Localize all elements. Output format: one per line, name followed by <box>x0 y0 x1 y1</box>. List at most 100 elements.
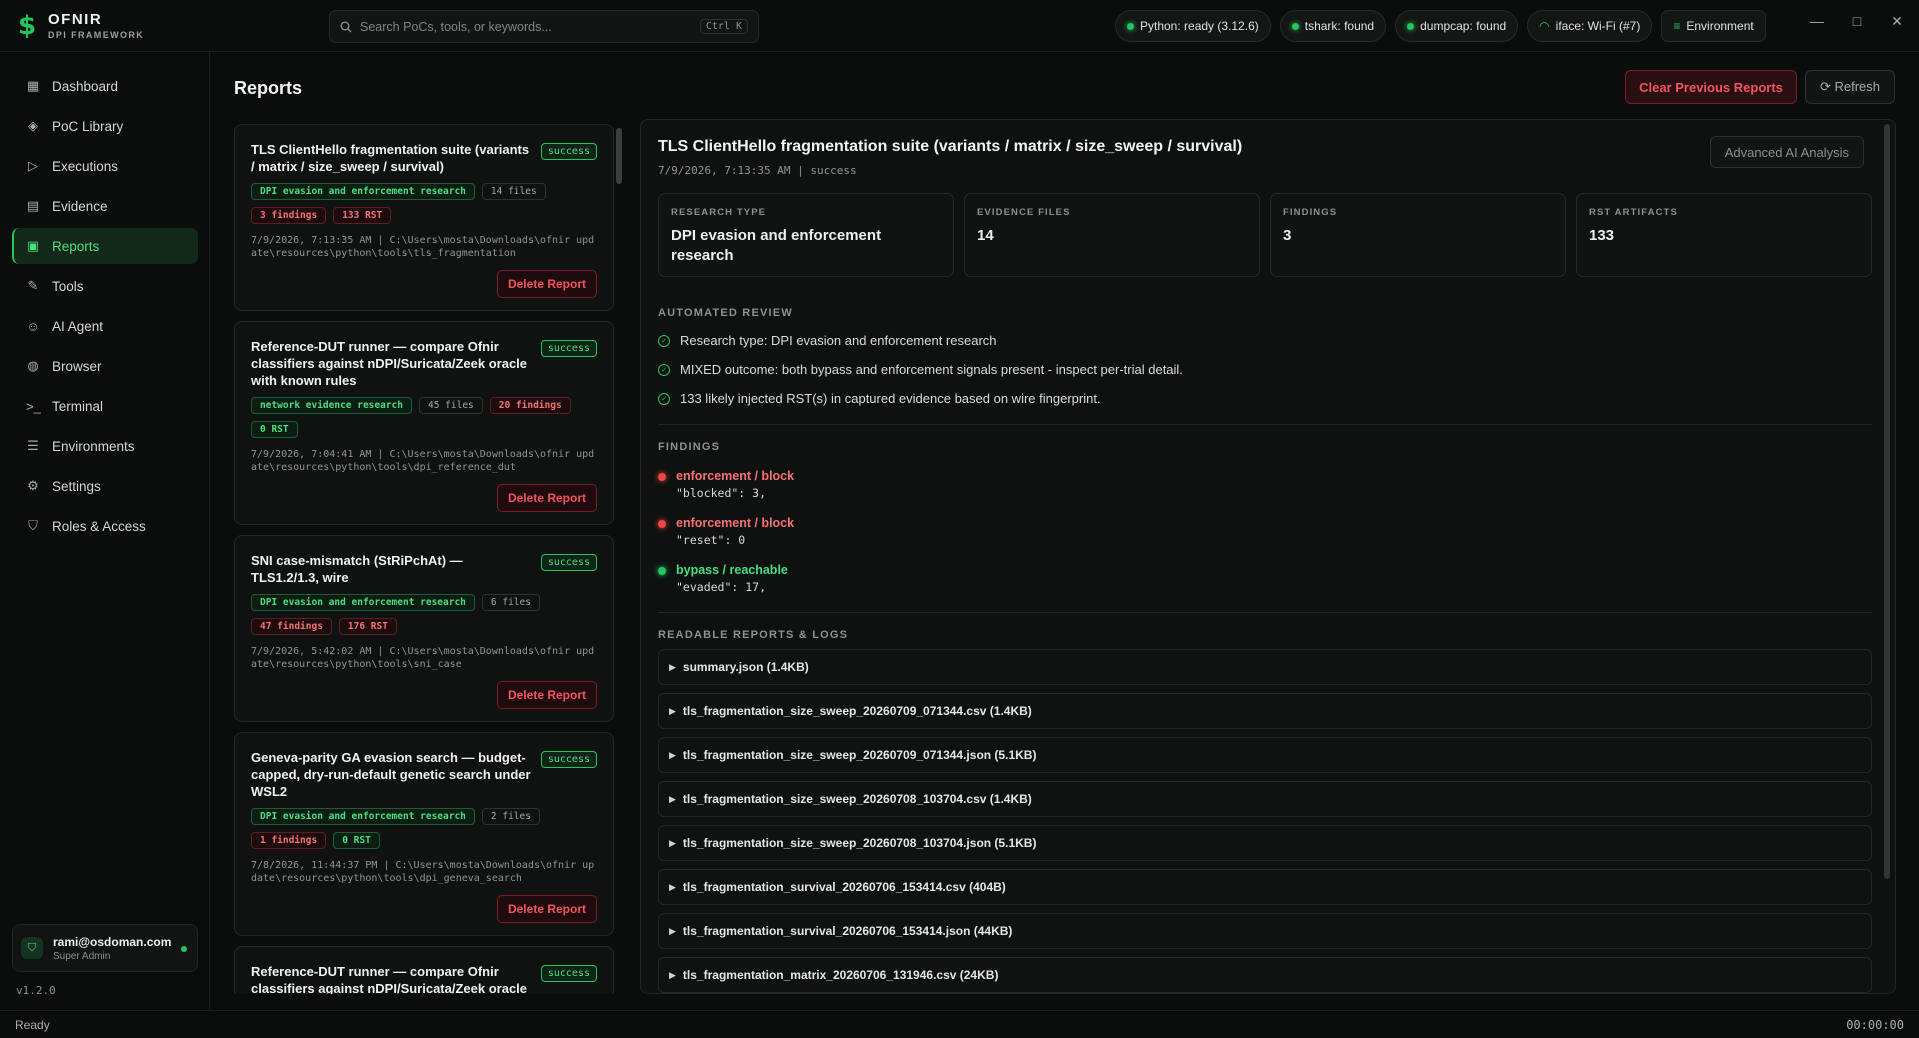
tshark-status-chip[interactable]: tshark: found <box>1279 10 1387 42</box>
report-title: Reference-DUT runner — compare Ofnir cla… <box>251 964 528 994</box>
bot-icon: ☺ <box>26 318 40 334</box>
log-file-row[interactable]: ▶ tls_fragmentation_size_sweep_20260708_1… <box>658 781 1872 817</box>
advanced-ai-analysis-button[interactable]: Advanced AI Analysis <box>1709 136 1864 168</box>
tag: 133 RST <box>333 207 392 224</box>
tag: 0 RST <box>251 421 298 438</box>
refresh-button[interactable]: ⟳ Refresh <box>1805 70 1895 104</box>
user-card[interactable]: ⛉ rami@osdoman.com Super Admin <box>12 924 198 972</box>
sidebar-item-tools[interactable]: ✎ Tools <box>12 268 198 304</box>
grid-icon: ▦ <box>26 78 40 93</box>
status-dot-icon <box>658 473 666 481</box>
stat-evidence-files: EVIDENCE FILES 14 <box>964 193 1260 277</box>
python-status-chip[interactable]: Python: ready (3.12.6) <box>1115 10 1271 42</box>
sidebar-nav: ▦ Dashboard ◈ PoC Library ▷ Executions ▤… <box>12 68 198 548</box>
delete-report-button[interactable]: Delete Report <box>496 895 597 923</box>
dumpcap-status-chip[interactable]: dumpcap: found <box>1395 10 1519 42</box>
sidebar-item-executions[interactable]: ▷ Executions <box>12 148 198 184</box>
status-text: Ready <box>15 1017 50 1032</box>
tag: 45 files <box>419 397 483 414</box>
sidebar-item-ai-agent[interactable]: ☺ AI Agent <box>12 308 198 344</box>
report-card[interactable]: Geneva-parity GA evasion search — budget… <box>234 732 614 936</box>
status-dot-icon <box>1127 22 1134 30</box>
log-file-row[interactable]: ▶ tls_fragmentation_matrix_20260706_13194… <box>658 957 1872 993</box>
brand-subtitle: DPI FRAMEWORK <box>48 30 145 40</box>
user-email: rami@osdoman.com <box>53 934 172 949</box>
finding-code: "reset": 0 <box>676 533 746 547</box>
sidebar-item-reports[interactable]: ▣ Reports <box>12 228 198 264</box>
sidebar-item-settings[interactable]: ⚙ Settings <box>12 468 198 504</box>
tag: DPI evasion and enforcement research <box>251 594 475 611</box>
maximize-icon[interactable]: □ <box>1849 13 1865 30</box>
search-input[interactable] <box>360 19 692 34</box>
caret-right-icon: ▶ <box>669 749 676 760</box>
shield-icon: ⛉ <box>28 518 38 533</box>
logs-heading: READABLE REPORTS & LOGS <box>658 629 849 641</box>
iface-status-chip[interactable]: ◠ iface: Wi-Fi (#7) <box>1527 10 1653 42</box>
sidebar-item-poc-library[interactable]: ◈ PoC Library <box>12 108 198 144</box>
log-list: ▶ summary.json (1.4KB) ▶ tls_fragmentation… <box>658 649 1872 993</box>
caret-right-icon: ▶ <box>669 969 676 980</box>
finding-title: enforcement / block <box>676 516 795 530</box>
check-circle-icon: ✓ <box>658 363 670 376</box>
report-card[interactable]: Reference-DUT runner — compare Ofnir cla… <box>234 321 614 525</box>
detail-subtitle: 7/9/2026, 7:13:35 AM | success <box>658 164 857 177</box>
detail-title: TLS ClientHello fragmentation suite (var… <box>658 138 1243 155</box>
log-file-row[interactable]: ▶ tls_fragmentation_size_sweep_20260709_0… <box>658 737 1872 773</box>
delete-report-button[interactable]: Delete Report <box>496 681 597 709</box>
environment-button[interactable]: ≡ Environment <box>1661 10 1766 42</box>
status-dot-icon <box>1407 22 1415 30</box>
delete-report-button[interactable]: Delete Report <box>496 270 597 298</box>
sidebar-item-dashboard[interactable]: ▦ Dashboard <box>12 68 198 104</box>
sidebar-item-roles-access[interactable]: ⛉ Roles & Access <box>12 508 198 544</box>
tag: 14 files <box>481 183 546 200</box>
report-card[interactable]: Reference-DUT runner — compare Ofnir cla… <box>234 946 614 994</box>
search-box[interactable]: Ctrl K <box>329 10 759 43</box>
check-circle-icon: ✓ <box>658 392 670 405</box>
report-card[interactable]: SNI case-mismatch (StRiPchAt) — TLS1.2/1… <box>234 535 614 722</box>
log-file-row[interactable]: ▶ tls_fragmentation_size_sweep_20260708_1… <box>658 825 1872 861</box>
search-icon <box>340 21 352 32</box>
search-shortcut: Ctrl K <box>699 19 748 34</box>
caret-right-icon: ▶ <box>669 881 676 892</box>
close-icon[interactable]: ✕ <box>1889 13 1905 30</box>
brand-name: OFNIR <box>48 11 103 28</box>
report-list-scrollbar[interactable] <box>616 128 622 184</box>
globe-icon: ◍ <box>27 358 39 373</box>
stat-grid: RESEARCH TYPE DPI evasion and enforcemen… <box>658 193 1872 277</box>
tag: 0 RST <box>333 832 380 849</box>
tag: network evidence research <box>251 397 412 414</box>
log-file-row[interactable]: ▶ summary.json (1.4KB) <box>658 649 1872 685</box>
sidebar-item-terminal[interactable]: >_ Terminal <box>12 388 198 424</box>
shield-avatar-icon: ⛉ <box>21 937 43 959</box>
sidebar-item-browser[interactable]: ◍ Browser <box>12 348 198 384</box>
status-chips: Python: ready (3.12.6) tshark: found dum… <box>1115 10 1766 42</box>
clear-reports-button[interactable]: Clear Previous Reports <box>1625 70 1797 104</box>
report-title: TLS ClientHello fragmentation suite (var… <box>251 142 530 174</box>
status-dot-icon <box>658 567 666 575</box>
top-bar: $ OFNIR DPI FRAMEWORK Ctrl K Python: rea… <box>0 0 1919 52</box>
detail-scrollbar[interactable] <box>1884 124 1890 879</box>
finding-item: enforcement / block "reset": 0 <box>658 516 1872 547</box>
review-item: ✓ Research type: DPI evasion and enforce… <box>658 333 1872 348</box>
report-title: SNI case-mismatch (StRiPchAt) — TLS1.2/1… <box>251 553 463 585</box>
log-file-row[interactable]: ▶ tls_fragmentation_survival_20260706_153… <box>658 913 1872 949</box>
report-meta: 7/9/2026, 7:04:41 AM | C:\Users\mosta\Do… <box>251 449 595 473</box>
caret-right-icon: ▶ <box>669 793 676 804</box>
report-title: Reference-DUT runner — compare Ofnir cla… <box>251 339 528 388</box>
divider <box>658 612 1872 613</box>
log-file-row[interactable]: ▶ tls_fragmentation_survival_20260706_153… <box>658 869 1872 905</box>
report-meta: 7/9/2026, 5:42:02 AM | C:\Users\mosta\Do… <box>251 646 595 670</box>
delete-report-button[interactable]: Delete Report <box>496 484 597 512</box>
sidebar-item-evidence[interactable]: ▤ Evidence <box>12 188 198 224</box>
user-role: Super Admin <box>53 950 111 962</box>
log-file-row[interactable]: ▶ tls_fragmentation_size_sweep_20260709_0… <box>658 693 1872 729</box>
report-meta: 7/9/2026, 7:13:35 AM | C:\Users\mosta\Do… <box>251 235 595 259</box>
findings-heading: FINDINGS <box>658 441 721 453</box>
report-card[interactable]: TLS ClientHello fragmentation suite (var… <box>234 124 614 311</box>
sidebar-item-environments[interactable]: ☰ Environments <box>12 428 198 464</box>
report-list[interactable]: TLS ClientHello fragmentation suite (var… <box>234 124 614 994</box>
minimize-icon[interactable]: — <box>1809 13 1825 30</box>
status-badge: success <box>540 554 597 571</box>
archive-icon: ▤ <box>26 198 40 213</box>
tag: 1 findings <box>251 832 327 849</box>
